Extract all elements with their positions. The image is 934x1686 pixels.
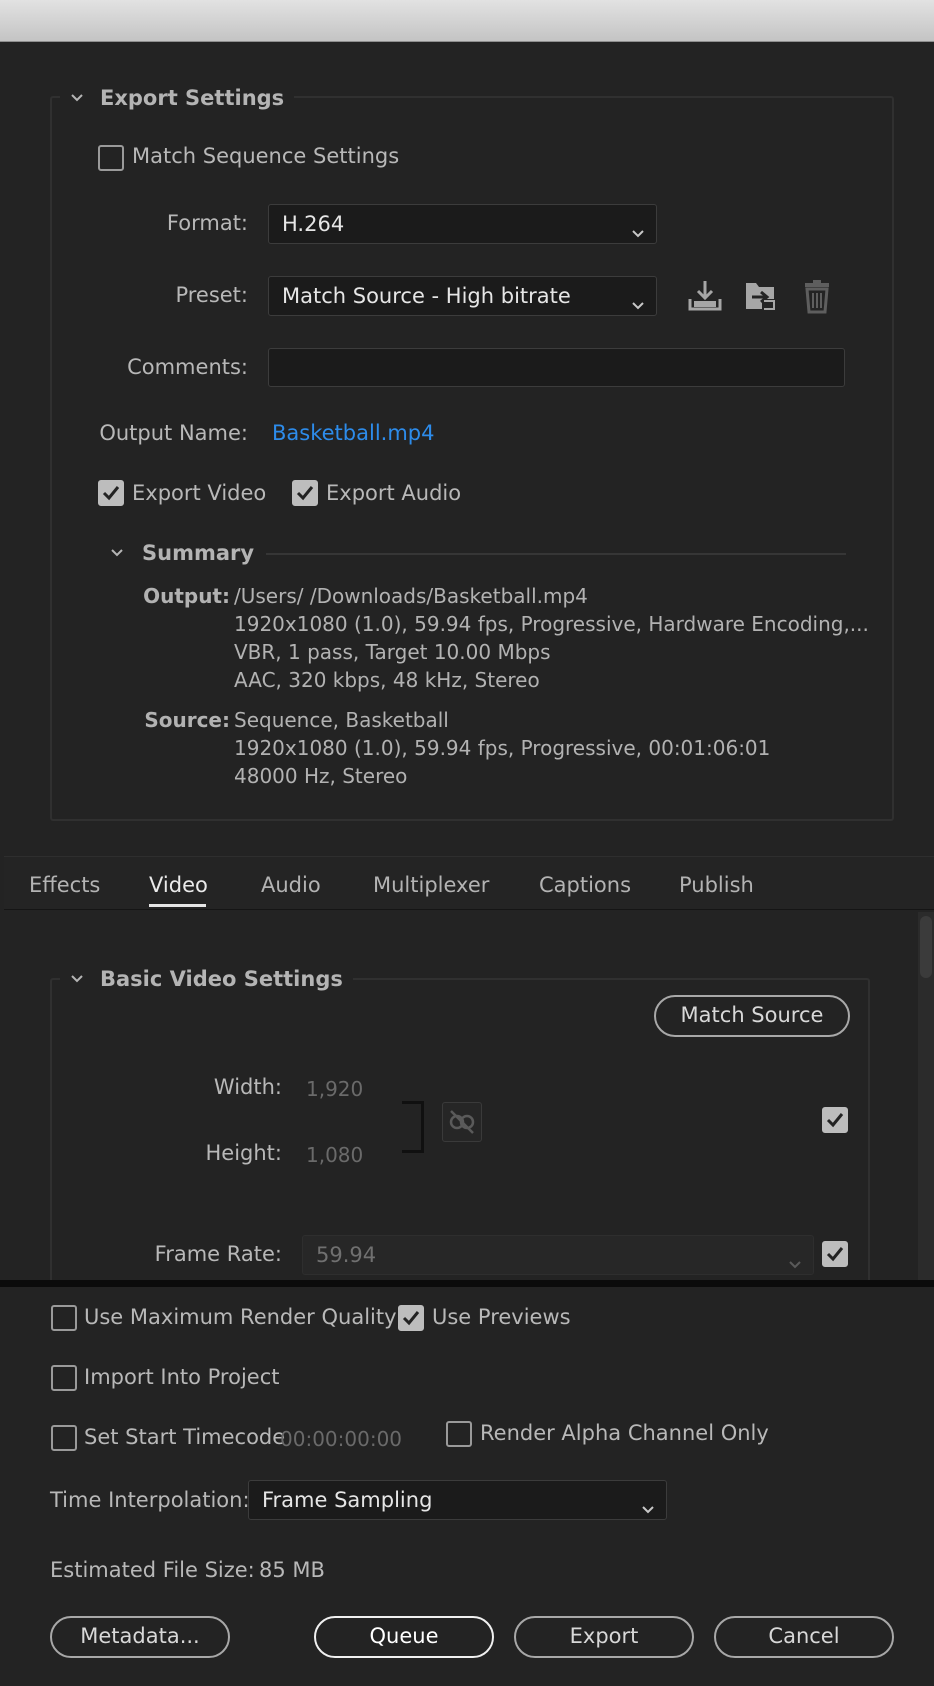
summary-output-lines: /Users/ /Downloads/Basketball.mp4 1920x1… [234, 582, 869, 694]
import-preset-icon[interactable] [742, 277, 780, 315]
comments-input[interactable] [268, 348, 845, 387]
chevron-down-icon [630, 288, 646, 326]
summary-title: Summary [142, 541, 255, 565]
tab-captions[interactable]: Captions [539, 873, 631, 897]
export-audio-label: Export Audio [326, 481, 462, 505]
import-into-project-label: Import Into Project [84, 1365, 280, 1389]
format-select[interactable]: H.264 [268, 204, 657, 244]
summary-output-line: AAC, 320 kbps, 48 kHz, Stereo [234, 668, 540, 692]
use-previews-label: Use Previews [432, 1305, 571, 1329]
summary-source-label: Source: [144, 708, 230, 732]
set-start-timecode-label: Set Start Timecode [84, 1425, 286, 1449]
summary-source-line: 48000 Hz, Stereo [234, 764, 408, 788]
resize-checkbox[interactable] [822, 1107, 848, 1133]
time-interpolation-select[interactable]: Frame Sampling [248, 1480, 667, 1520]
chevron-down-icon[interactable] [70, 972, 84, 986]
height-label: Height: [205, 1141, 283, 1165]
chevron-down-icon[interactable] [110, 546, 124, 560]
match-sequence-label: Match Sequence Settings [132, 144, 400, 168]
time-interpolation-label: Time Interpolation: [50, 1488, 250, 1512]
chevron-down-icon[interactable] [70, 91, 84, 105]
chevron-down-icon [630, 216, 646, 254]
summary-source-line: Sequence, Basketball [234, 708, 449, 732]
use-previews-checkbox[interactable] [398, 1305, 424, 1331]
frame-rate-label: Frame Rate: [154, 1242, 282, 1266]
scrollbar-thumb[interactable] [920, 916, 932, 978]
tab-multiplexer[interactable]: Multiplexer [373, 873, 489, 897]
export-video-label: Export Video [132, 481, 267, 505]
width-label: Width: [213, 1075, 282, 1099]
format-value: H.264 [282, 212, 345, 236]
frame-rate-value: 59.94 [316, 1243, 377, 1267]
tab-bar: Effects Video Audio Multiplexer Captions… [4, 856, 934, 910]
preset-select[interactable]: Match Source - High bitrate [268, 276, 657, 316]
summary-output-line: 1920x1080 (1.0), 59.94 fps, Progressive,… [234, 612, 869, 636]
summary-output-line: VBR, 1 pass, Target 10.00 Mbps [234, 640, 551, 664]
tab-effects[interactable]: Effects [29, 873, 100, 897]
export-settings-title: Export Settings [100, 86, 285, 110]
summary-output-line: /Users/ /Downloads/Basketball.mp4 [234, 584, 588, 608]
summary-source-line: 1920x1080 (1.0), 59.94 fps, Progressive,… [234, 736, 771, 760]
output-name-link[interactable]: Basketball.mp4 [272, 421, 434, 445]
render-alpha-label: Render Alpha Channel Only [480, 1421, 769, 1445]
tab-publish[interactable]: Publish [679, 873, 754, 897]
file-size-label: Estimated File Size: [50, 1558, 255, 1582]
summary-output-label: Output: [143, 584, 230, 608]
width-value[interactable]: 1,920 [306, 1077, 363, 1101]
start-timecode-value[interactable]: 00:00:00:00 [280, 1427, 402, 1451]
tab-audio[interactable]: Audio [261, 873, 321, 897]
max-render-quality-checkbox[interactable] [51, 1305, 77, 1331]
summary-source-lines: Sequence, Basketball 1920x1080 (1.0), 59… [234, 706, 770, 790]
set-start-timecode-checkbox[interactable] [51, 1425, 77, 1451]
frame-rate-checkbox[interactable] [822, 1241, 848, 1267]
unlink-icon[interactable] [442, 1102, 482, 1142]
export-video-checkbox[interactable] [98, 480, 124, 506]
export-audio-checkbox[interactable] [292, 480, 318, 506]
section-divider [0, 1280, 934, 1287]
file-size-value: 85 MB [259, 1558, 325, 1582]
match-sequence-checkbox[interactable] [98, 145, 124, 171]
summary-header[interactable]: Summary [110, 541, 254, 565]
output-name-label: Output Name: [99, 421, 248, 445]
link-bracket [402, 1101, 424, 1153]
format-label: Format: [166, 211, 248, 235]
export-button[interactable]: Export [514, 1616, 694, 1658]
basic-video-header[interactable]: Basic Video Settings [60, 964, 353, 994]
export-settings-header[interactable]: Export Settings [60, 84, 295, 112]
comments-label: Comments: [127, 355, 248, 379]
import-into-project-checkbox[interactable] [51, 1365, 77, 1391]
match-source-button[interactable]: Match Source [654, 995, 850, 1037]
chevron-down-icon [640, 1492, 656, 1530]
delete-preset-icon[interactable] [798, 277, 836, 315]
max-render-quality-label: Use Maximum Render Quality [84, 1305, 397, 1329]
tab-video[interactable]: Video [149, 873, 208, 897]
tab-video-underline [149, 904, 206, 907]
queue-button[interactable]: Queue [314, 1616, 494, 1658]
scrollbar-track[interactable] [918, 912, 934, 1280]
basic-video-title: Basic Video Settings [100, 967, 343, 991]
time-interpolation-value: Frame Sampling [262, 1488, 433, 1512]
preset-label: Preset: [175, 283, 248, 307]
window-title-bar [0, 0, 934, 42]
frame-rate-select[interactable]: 59.94 [302, 1235, 814, 1275]
summary-divider [266, 553, 846, 555]
save-preset-icon[interactable] [686, 277, 724, 315]
cancel-button[interactable]: Cancel [714, 1616, 894, 1658]
metadata-button[interactable]: Metadata... [50, 1616, 230, 1658]
height-value[interactable]: 1,080 [306, 1143, 363, 1167]
render-alpha-checkbox[interactable] [446, 1421, 472, 1447]
preset-value: Match Source - High bitrate [282, 284, 571, 308]
